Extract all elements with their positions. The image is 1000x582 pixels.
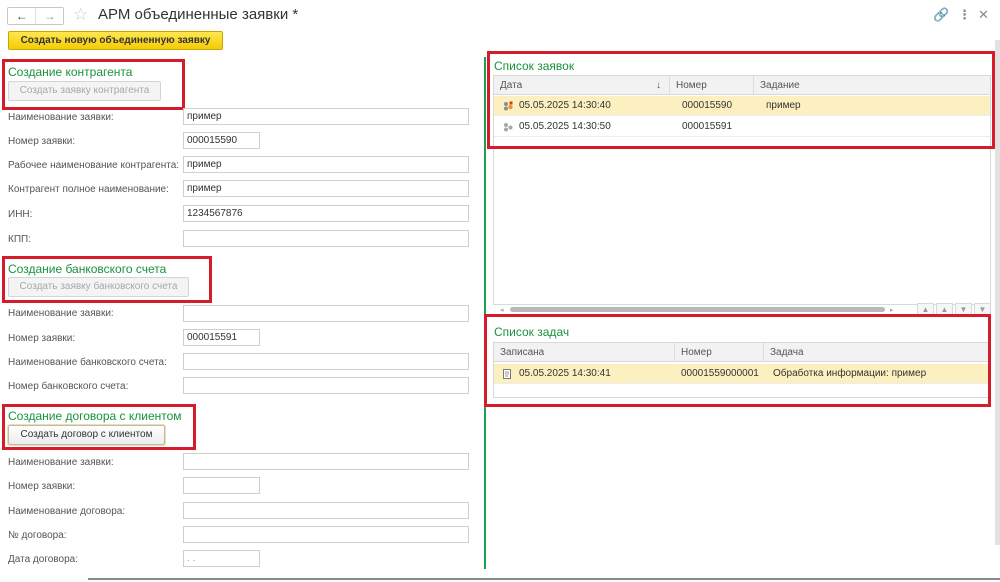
contract-date-input[interactable]: . . <box>183 550 260 567</box>
field-label: Рабочее наименование контрагента: <box>8 160 180 171</box>
field-label: Наименование заявки: <box>8 457 114 468</box>
more-icon[interactable]: ⋮ <box>958 7 971 23</box>
field-label: Контрагент полное наименование: <box>8 184 169 195</box>
field-label: № договора: <box>8 530 67 541</box>
field-label: Наименование договора: <box>8 506 126 517</box>
create-combined-request-button[interactable]: Создать новую объединенную заявку <box>8 31 223 50</box>
contract-name-input[interactable] <box>183 502 469 519</box>
counterparty-full-name-input[interactable]: пример <box>183 180 469 197</box>
star-icon[interactable]: ☆ <box>73 5 88 25</box>
create-client-contract-button[interactable]: Создать договор с клиентом <box>8 425 165 445</box>
bank-account-number-input[interactable] <box>183 377 469 394</box>
contract-request-name-input[interactable] <box>183 453 469 470</box>
forward-arrow-icon[interactable]: → <box>35 8 63 24</box>
kpp-input[interactable] <box>183 230 469 247</box>
field-label: Номер заявки: <box>8 136 76 147</box>
create-counterparty-request-button[interactable]: Создать заявку контрагента <box>8 81 161 101</box>
counterparty-request-name-input[interactable]: пример <box>183 108 469 125</box>
nav-buttons: ← → <box>7 7 64 25</box>
highlight-box-tasks <box>484 314 991 407</box>
horizontal-scrollbar[interactable]: ◂ ▸ <box>498 306 898 314</box>
field-label: Номер банковского счета: <box>8 381 129 392</box>
bottom-divider <box>88 578 1000 580</box>
back-arrow-icon[interactable]: ← <box>8 8 35 24</box>
field-label: ИНН: <box>8 209 33 220</box>
create-bank-account-request-button[interactable]: Создать заявку банковского счета <box>8 277 189 297</box>
field-label: Номер заявки: <box>8 333 76 344</box>
field-label: Дата договора: <box>8 554 78 565</box>
scroll-left-icon[interactable]: ◂ <box>500 306 504 314</box>
window-title: АРМ объединенные заявки * <box>98 6 299 23</box>
field-label: Наименование банковского счета: <box>8 357 167 368</box>
scroll-thumb[interactable] <box>510 307 885 312</box>
contract-request-number-input[interactable] <box>183 477 260 494</box>
bank-group-title: Создание банковского счета <box>8 262 167 276</box>
counterparty-request-number-input[interactable]: 000015590 <box>183 132 260 149</box>
field-label: Наименование заявки: <box>8 112 114 123</box>
highlight-box-requests <box>487 51 995 149</box>
bank-account-name-input[interactable] <box>183 353 469 370</box>
title-bar: ← → ☆ АРМ объединенные заявки * 🔗 ⋮ ✕ <box>0 0 1000 30</box>
link-icon[interactable]: 🔗 <box>933 7 949 23</box>
scroll-right-icon[interactable]: ▸ <box>890 306 894 314</box>
bank-request-name-input[interactable] <box>183 305 469 322</box>
contract-group-title: Создание договора с клиентом <box>8 409 182 423</box>
close-icon[interactable]: ✕ <box>978 7 989 23</box>
contract-number-input[interactable] <box>183 526 469 543</box>
field-label: КПП: <box>8 234 31 245</box>
inn-input[interactable]: 1234567876 <box>183 205 469 222</box>
counterparty-group-title: Создание контрагента <box>8 65 133 79</box>
panel-separator[interactable] <box>484 57 486 569</box>
field-label: Номер заявки: <box>8 481 76 492</box>
bank-request-number-input[interactable]: 000015591 <box>183 329 260 346</box>
vertical-scrollbar[interactable] <box>995 40 1000 545</box>
field-label: Наименование заявки: <box>8 308 114 319</box>
counterparty-working-name-input[interactable]: пример <box>183 156 469 173</box>
